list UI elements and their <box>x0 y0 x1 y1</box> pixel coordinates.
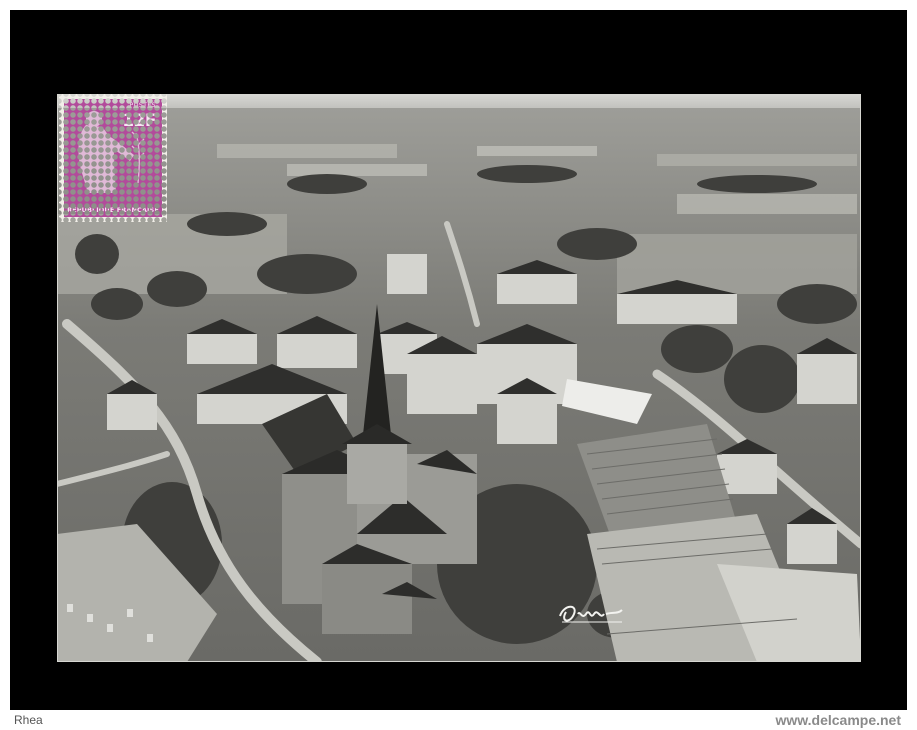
postage-stamp: POSTES 12F REPUBLIQUE FRANCAISE <box>59 94 167 222</box>
stamp-country: REPUBLIQUE FRANCAISE <box>67 206 159 214</box>
stamp-value: 12F <box>122 111 156 131</box>
footer-watermark: www.delcampe.net <box>775 712 901 728</box>
aerial-photo-illustration <box>57 94 861 662</box>
stamp-postes-label: POSTES <box>129 102 156 109</box>
publisher-signature-logo <box>556 600 628 633</box>
stamp-design: POSTES 12F REPUBLIQUE FRANCAISE <box>64 99 162 217</box>
signature-icon <box>559 605 623 623</box>
aerial-photo <box>57 94 861 662</box>
footer-seller-name: Rhea <box>14 713 43 727</box>
